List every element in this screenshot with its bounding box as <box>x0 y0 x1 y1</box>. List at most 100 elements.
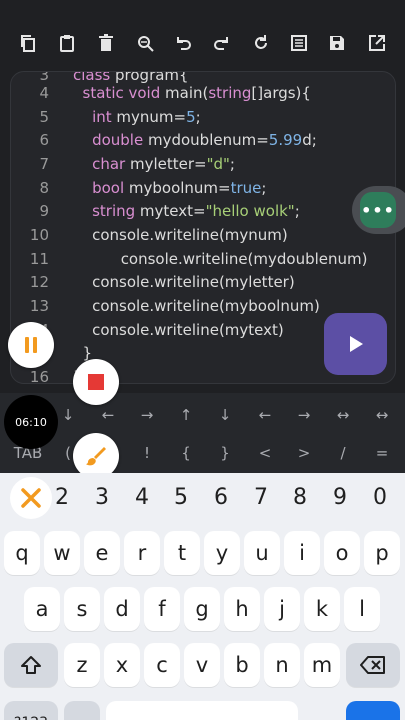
soft-keyboard: 234567890 qwertyuiop asdfghjkl zxcvbnm ?123 <box>0 473 405 720</box>
number-key[interactable]: 4 <box>124 473 160 521</box>
key-h[interactable]: h <box>224 587 260 631</box>
key-m[interactable]: m <box>304 643 340 687</box>
number-key[interactable]: 2 <box>44 473 80 521</box>
number-key[interactable]: 9 <box>322 473 358 521</box>
code-editor-screen: 3 class program{4 static void main(string… <box>0 0 405 720</box>
symbol-key[interactable]: → <box>127 395 167 435</box>
key-v[interactable]: v <box>184 643 220 687</box>
stop-button[interactable] <box>73 359 119 405</box>
open-external-icon[interactable] <box>362 28 392 58</box>
search-replace-icon[interactable] <box>130 28 160 58</box>
undo-icon[interactable] <box>168 28 198 58</box>
stop-icon <box>88 374 104 390</box>
more-panel-toggle[interactable]: ••• <box>352 186 405 234</box>
shift-key[interactable] <box>4 643 58 687</box>
symbol-key[interactable]: ← <box>245 395 285 435</box>
code-text: bool myboolnum=true; <box>92 179 267 197</box>
paintbrush-icon <box>86 447 106 466</box>
number-key[interactable]: 0 <box>362 473 398 521</box>
key-k[interactable]: k <box>304 587 340 631</box>
save-icon[interactable] <box>322 28 352 58</box>
space-key[interactable] <box>106 701 298 720</box>
key-b[interactable]: b <box>224 643 260 687</box>
symbol-key[interactable]: { <box>166 433 206 473</box>
symbol-key[interactable]: / <box>323 433 363 473</box>
key-e[interactable]: e <box>84 531 120 575</box>
code-text: console.writeline(mynum) <box>92 226 288 244</box>
comma-key[interactable] <box>64 701 100 720</box>
number-key[interactable]: 7 <box>243 473 279 521</box>
key-j[interactable]: j <box>264 587 300 631</box>
key-a[interactable]: a <box>24 587 60 631</box>
key-n[interactable]: n <box>264 643 300 687</box>
symbol-key[interactable]: = <box>362 433 402 473</box>
code-text: double mydoublenum=5.99d; <box>92 131 317 149</box>
key-i[interactable]: i <box>284 531 320 575</box>
delete-icon[interactable] <box>91 28 121 58</box>
code-line[interactable]: 9 string mytext="hello wolk"; <box>11 199 395 223</box>
key-x[interactable]: x <box>104 643 140 687</box>
key-g[interactable]: g <box>184 587 220 631</box>
play-icon <box>349 336 363 352</box>
code-line[interactable]: 11 console.writeline(mydoublenum) <box>11 247 395 271</box>
paste-icon[interactable] <box>52 28 82 58</box>
line-number: 5 <box>39 108 49 126</box>
line-number: 4 <box>39 84 49 102</box>
symbol-key[interactable]: ! <box>127 433 167 473</box>
symbol-key[interactable]: > <box>284 433 324 473</box>
key-z[interactable]: z <box>64 643 100 687</box>
code-line[interactable]: 6 double mydoublenum=5.99d; <box>11 128 395 152</box>
number-key[interactable]: 6 <box>203 473 239 521</box>
number-key[interactable]: 5 <box>163 473 199 521</box>
shift-icon <box>21 656 41 674</box>
backspace-icon <box>360 656 385 674</box>
backspace-key[interactable] <box>346 643 400 687</box>
key-q[interactable]: q <box>4 531 40 575</box>
code-line[interactable]: 8 bool myboolnum=true; <box>11 176 395 200</box>
number-key[interactable]: 8 <box>282 473 318 521</box>
symbol-key[interactable]: ↔ <box>323 395 363 435</box>
symbols-key[interactable]: ?123 <box>4 701 58 720</box>
code-text: console.writeline(mytext) <box>92 321 284 339</box>
key-c[interactable]: c <box>144 643 180 687</box>
pause-icon <box>25 337 37 353</box>
line-number: 11 <box>29 250 49 268</box>
line-number: 9 <box>39 202 49 220</box>
code-line[interactable]: 7 char myletter="d"; <box>11 152 395 176</box>
number-key[interactable]: 3 <box>84 473 120 521</box>
run-button[interactable] <box>324 313 387 375</box>
pause-button[interactable] <box>8 322 54 368</box>
more-icon[interactable]: ••• <box>360 192 396 228</box>
key-f[interactable]: f <box>144 587 180 631</box>
symbol-key[interactable]: → <box>284 395 324 435</box>
key-s[interactable]: s <box>64 587 100 631</box>
key-r[interactable]: r <box>124 531 160 575</box>
key-t[interactable]: t <box>164 531 200 575</box>
key-p[interactable]: p <box>364 531 400 575</box>
key-l[interactable]: l <box>344 587 380 631</box>
enter-key[interactable] <box>346 701 400 720</box>
symbol-key[interactable]: ↔ <box>362 395 402 435</box>
code-text: char myletter="d"; <box>92 155 235 173</box>
key-d[interactable]: d <box>104 587 140 631</box>
code-line[interactable]: 10 console.writeline(mynum) <box>11 223 395 247</box>
refresh-icon[interactable] <box>246 28 276 58</box>
symbol-key[interactable]: } <box>205 433 245 473</box>
recording-timer: 06:10 <box>4 395 58 449</box>
code-text: static void main(string[]args){ <box>82 84 311 102</box>
key-w[interactable]: w <box>44 531 80 575</box>
symbol-key[interactable]: ↓ <box>205 395 245 435</box>
key-y[interactable]: y <box>204 531 240 575</box>
list-icon[interactable] <box>284 28 314 58</box>
code-line[interactable]: 12 console.writeline(myletter) <box>11 270 395 294</box>
code-line[interactable]: 5 int mynum=5; <box>11 105 395 129</box>
key-u[interactable]: u <box>244 531 280 575</box>
copy-icon[interactable] <box>13 28 43 58</box>
key-o[interactable]: o <box>324 531 360 575</box>
code-text: console.writeline(myboolnum) <box>92 297 320 315</box>
code-line[interactable]: 4 static void main(string[]args){ <box>11 81 395 105</box>
symbol-key[interactable]: < <box>245 433 285 473</box>
symbol-key[interactable]: ↑ <box>166 395 206 435</box>
code-text: console.writeline(mydoublenum) <box>120 250 368 268</box>
redo-icon[interactable] <box>207 28 237 58</box>
